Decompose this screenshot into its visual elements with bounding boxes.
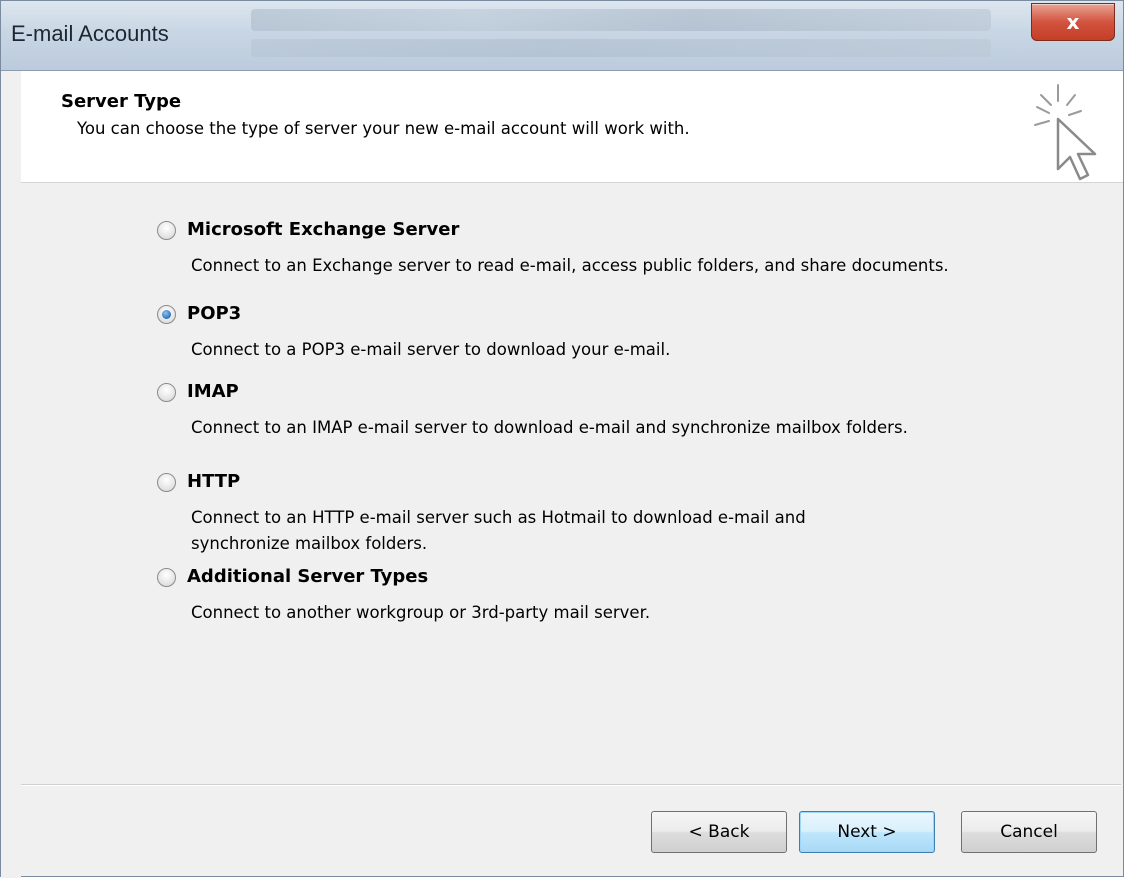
http-label[interactable]: HTTP: [187, 471, 240, 492]
window-title: E-mail Accounts: [11, 21, 169, 46]
close-icon: x: [1066, 10, 1080, 34]
page-title: Server Type: [61, 91, 182, 112]
pop3-radio[interactable]: [157, 305, 176, 324]
back-button[interactable]: < Back: [651, 811, 787, 853]
page-description: You can choose the type of server your n…: [77, 119, 690, 138]
header-panel: Server Type You can choose the type of s…: [21, 71, 1123, 183]
imap-description: Connect to an IMAP e-mail server to down…: [191, 418, 908, 437]
cancel-button[interactable]: Cancel: [961, 811, 1097, 853]
http-radio[interactable]: [157, 473, 176, 492]
close-button[interactable]: x: [1031, 3, 1115, 41]
pop3-description: Connect to a POP3 e-mail server to downl…: [191, 340, 671, 359]
background-window-blur: [251, 39, 991, 57]
background-window-blur: [251, 9, 991, 31]
button-separator: [21, 784, 1121, 786]
additional-radio[interactable]: [157, 568, 176, 587]
left-border: [1, 71, 21, 878]
pop3-label[interactable]: POP3: [187, 303, 241, 324]
imap-label[interactable]: IMAP: [187, 381, 239, 402]
title-bar[interactable]: E-mail Accounts x: [1, 1, 1123, 71]
additional-description: Connect to another workgroup or 3rd-part…: [191, 603, 651, 622]
imap-radio[interactable]: [157, 383, 176, 402]
email-accounts-dialog: E-mail Accounts x Server Type You can ch…: [0, 0, 1124, 878]
exchange-description: Connect to an Exchange server to read e-…: [191, 256, 949, 275]
exchange-label[interactable]: Microsoft Exchange Server: [187, 219, 459, 240]
exchange-radio[interactable]: [157, 221, 176, 240]
next-button[interactable]: Next >: [799, 811, 935, 853]
http-description: Connect to an HTTP e-mail server such as…: [191, 508, 806, 553]
cursor-sparkle-icon: [1034, 84, 1097, 181]
additional-label[interactable]: Additional Server Types: [187, 566, 428, 587]
